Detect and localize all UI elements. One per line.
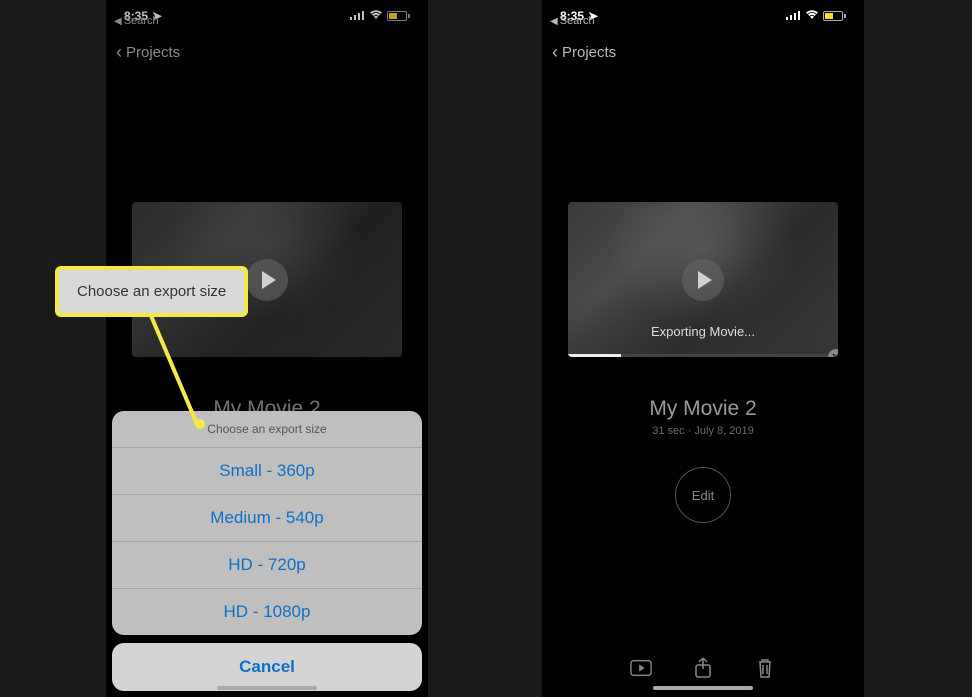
exporting-label: Exporting Movie... (568, 324, 838, 339)
share-icon[interactable] (692, 657, 714, 679)
callout-text: Choose an export size (77, 283, 226, 300)
play-button[interactable] (246, 259, 288, 301)
cancel-export-button[interactable]: ✕ (828, 349, 838, 357)
phone-right: 8:35 ➤ ◀ Search ‹ Projects Export (542, 0, 864, 697)
cancel-button[interactable]: Cancel (112, 643, 422, 691)
back-arrow-icon: ◀ (550, 16, 558, 27)
bottom-toolbar (542, 657, 864, 679)
sheet-option-group: Choose an export size Small - 360p Mediu… (112, 411, 422, 635)
nav-back-button[interactable]: Projects (562, 44, 616, 61)
play-rect-icon[interactable] (630, 657, 652, 679)
progress-bar (568, 354, 838, 357)
export-option-medium[interactable]: Medium - 540p (112, 495, 422, 542)
battery-icon (823, 11, 846, 21)
progress-fill (568, 354, 621, 357)
callout-dot (195, 419, 205, 429)
play-button[interactable] (682, 259, 724, 301)
export-option-small[interactable]: Small - 360p (112, 448, 422, 495)
play-icon (698, 271, 712, 289)
nav-bar: ‹ Projects (542, 32, 864, 72)
sheet-header: Choose an export size (112, 411, 422, 448)
export-option-hd1080[interactable]: HD - 1080p (112, 589, 422, 635)
home-indicator[interactable] (217, 686, 317, 690)
export-option-hd720[interactable]: HD - 720p (112, 542, 422, 589)
chevron-left-icon: ‹ (552, 42, 558, 63)
phone-left: 8:35 ➤ ◀ Search ‹ Projects My (106, 0, 428, 697)
back-app-label: Search (560, 15, 595, 27)
back-to-app[interactable]: ◀ Search (550, 15, 595, 27)
play-icon (262, 271, 276, 289)
movie-meta: 31 sec · July 8, 2019 (542, 425, 864, 437)
trash-icon[interactable] (754, 657, 776, 679)
callout-annotation: Choose an export size (55, 266, 248, 317)
home-indicator[interactable] (653, 686, 753, 690)
action-sheet: Choose an export size Small - 360p Mediu… (112, 411, 422, 691)
video-thumbnail[interactable]: Exporting Movie... ✕ (568, 202, 838, 357)
edit-button[interactable]: Edit (675, 467, 731, 523)
cellular-icon (786, 9, 801, 23)
movie-title: My Movie 2 (542, 397, 864, 421)
wifi-icon (805, 9, 819, 23)
content-area: Exporting Movie... ✕ My Movie 2 31 sec ·… (542, 72, 864, 523)
